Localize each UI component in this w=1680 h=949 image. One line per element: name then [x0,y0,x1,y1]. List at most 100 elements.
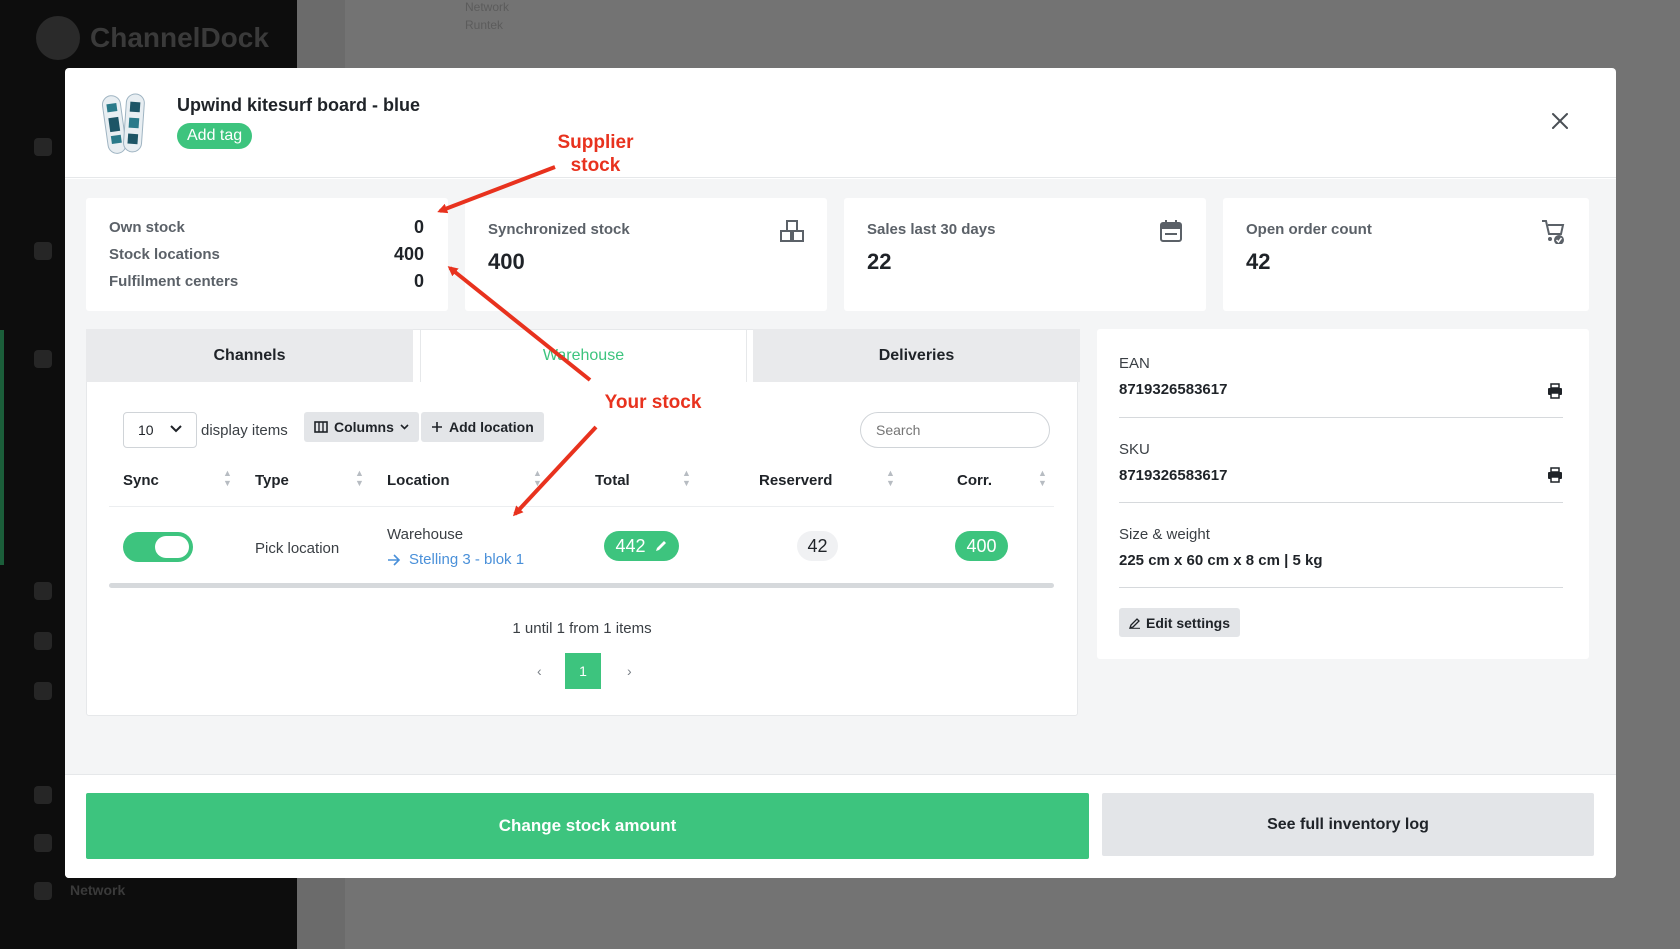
product-image [101,93,145,154]
stat-value: 400 [488,249,525,274]
sort-icon[interactable]: ▲ ▼ [223,468,232,488]
columns-label: Columns [334,419,394,435]
tab-warehouse[interactable]: Warehouse [420,329,747,382]
own-stock-card: Own stock 0 Stock locations 400 Fulfilme… [86,198,448,311]
column-header-sync[interactable]: Sync [123,472,159,489]
location-link-label: Stelling 3 - blok 1 [409,551,525,568]
toggle-knob [155,536,189,558]
divider [1119,417,1563,418]
page-size-value: 10 [138,422,154,438]
size-weight-value: 225 cm x 60 cm x 8 cm | 5 kg [1119,552,1323,569]
columns-icon [314,421,328,433]
plus-icon [432,422,442,432]
sidebar-icon [34,632,52,650]
chevron-down-icon [400,424,409,430]
sidebar-icon [34,138,52,156]
edit-settings-button[interactable]: Edit settings [1119,608,1241,637]
annotation-text: Supplier [557,132,634,153]
tab-deliveries[interactable]: Deliveries [753,329,1080,382]
annotation-text: stock [570,155,621,176]
logo-text: ChannelDock [90,22,269,53]
pagination-next[interactable]: › [627,663,632,679]
pencil-icon [1129,617,1140,629]
stat-label: Synchronized stock [488,221,630,238]
columns-button[interactable]: Columns [304,412,419,442]
sort-icon[interactable]: ▲ ▼ [682,468,691,488]
stat-value: 22 [867,249,892,274]
size-weight-label: Size & weight [1119,526,1210,543]
sidebar-icon [34,786,52,804]
product-title: Upwind kitesurf board - blue [177,95,421,115]
stock-locations-label: Stock locations [109,246,220,263]
modal-header: Upwind kitesurf board - blue Add tag [65,68,1616,178]
add-location-label: Add location [449,419,534,435]
sidebar-active-accent [0,330,4,565]
sort-icon[interactable]: ▲ ▼ [886,468,895,488]
add-tag-button[interactable]: Add tag [177,123,253,149]
chevron-down-icon [170,425,182,433]
sku-value: 8719326583617 [1119,467,1228,484]
warehouse-panel: Channels Warehouse Deliveries 10 display… [86,329,1080,716]
pencil-icon [655,541,666,551]
sort-icon[interactable]: ▲ ▼ [533,468,542,488]
sidebar-icon [34,682,52,700]
sort-icon[interactable]: ▲ ▼ [1038,468,1047,488]
sidebar-icon [34,582,52,600]
column-header-total[interactable]: Total [595,472,630,489]
print-icon[interactable] [1547,467,1563,483]
own-stock-value: 0 [413,217,424,237]
page-size-select[interactable]: 10 [123,412,197,448]
table-header-divider [109,506,1054,507]
fulfilment-centers-label: Fulfilment centers [109,273,239,290]
ean-value: 8719326583617 [1119,381,1228,398]
pagination-summary: 1 until 1 from 1 items [512,620,652,637]
column-header-type[interactable]: Type [255,472,289,489]
sku-label: SKU [1119,441,1150,458]
tab-channels[interactable]: Channels [86,329,413,382]
column-header-location[interactable]: Location [387,472,450,489]
sidebar-icon [34,834,52,852]
open-orders-card: Open order count 42 [1223,198,1589,311]
change-stock-button[interactable]: Change stock amount [86,793,1089,859]
own-stock-label: Own stock [109,219,185,236]
corr-pill: 400 [955,531,1008,561]
horizontal-scrollbar[interactable] [109,583,1054,588]
stat-label: Open order count [1246,221,1372,238]
sidebar-icon [34,882,52,900]
supplier-stock-annotation: Supplier stock [548,131,643,177]
inventory-log-button[interactable]: See full inventory log [1102,793,1594,856]
sidebar-icon [34,350,52,368]
arrow-right-icon [388,553,401,566]
search-input[interactable] [860,412,1050,448]
add-location-button[interactable]: Add location [421,412,544,442]
stat-label: Sales last 30 days [867,221,996,238]
calendar-icon [1160,220,1182,242]
app-logo: ChannelDock [36,16,269,60]
sync-toggle[interactable] [123,532,193,562]
your-stock-annotation: Your stock [604,392,702,413]
location-link[interactable]: Stelling 3 - blok 1 [387,551,524,568]
product-stock-modal: Upwind kitesurf board - blue Add tag Own… [65,68,1616,878]
display-items-label: display items [201,422,288,439]
column-header-reserved[interactable]: Reserverd [759,472,832,489]
ean-label: EAN [1119,355,1150,372]
pagination-prev[interactable]: ‹ [537,663,542,679]
boxes-icon [780,220,804,242]
stock-locations-value: 400 [393,244,424,264]
type-cell: Pick location [255,540,340,557]
sort-icon[interactable]: ▲ ▼ [355,468,364,488]
product-info-card: EAN 8719326583617 SKU 8719326583617 Size… [1097,329,1589,659]
stat-value: 42 [1246,249,1271,274]
reserved-pill: 42 [797,531,838,561]
sales-card: Sales last 30 days 22 [844,198,1206,311]
close-icon[interactable] [1549,110,1571,132]
logo-icon [36,16,80,60]
pagination-page-1[interactable]: 1 [565,653,601,689]
print-icon[interactable] [1547,383,1563,399]
fulfilment-centers-value: 0 [413,271,424,291]
divider [1119,587,1563,588]
total-pill[interactable]: 442 [604,531,679,561]
column-header-corr[interactable]: Corr. [957,472,992,489]
sidebar-icon [34,242,52,260]
divider [1119,502,1563,503]
